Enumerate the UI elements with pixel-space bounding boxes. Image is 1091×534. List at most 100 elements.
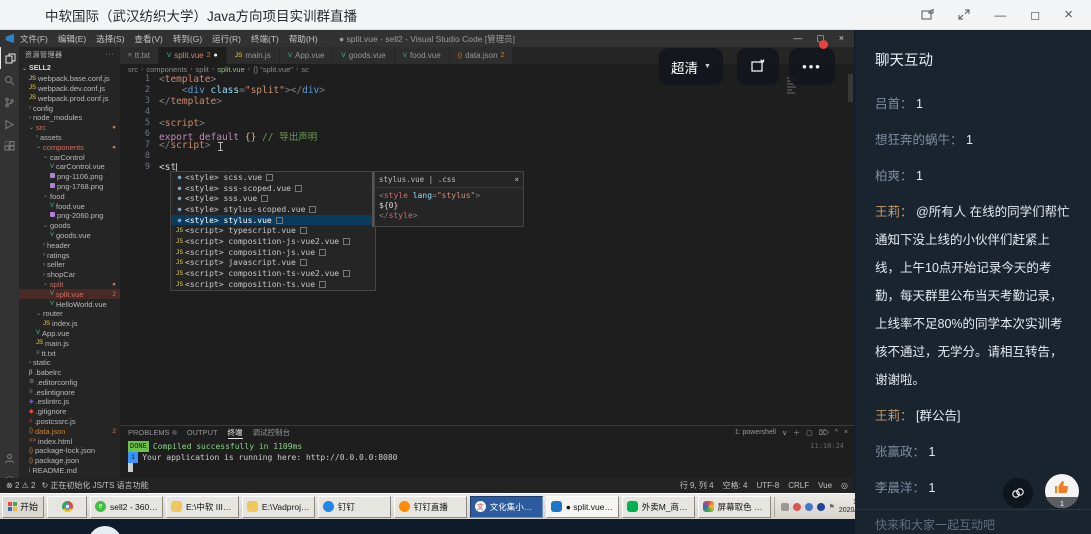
statusbar-item[interactable]: 行 9, 列 4 [680,480,714,491]
tree-item-node_modules[interactable]: ›node_modules [19,113,120,123]
vscode-close-button[interactable]: × [839,33,844,44]
tree-item-png-1106.png[interactable]: png-1106.png [19,172,120,182]
tab-goods.vue[interactable]: Vgoods.vue [333,47,394,64]
breadcrumb-item[interactable]: split [196,65,209,74]
taskbar-task-sell2 - 360极速...[interactable]: esell2 - 360极速... [90,496,163,518]
terminal-split-icon[interactable]: ▢ [806,429,813,437]
tree-item-SELL2[interactable]: ⌄SELL2 [19,64,120,74]
tray-icon-blue[interactable] [805,503,813,511]
menu-item[interactable]: 查看(V) [135,33,163,45]
chat-input[interactable]: 快来和大家一起互动吧 [855,509,1091,534]
statusbar-right[interactable]: 行 9, 列 4空格: 4UTF-8CRLFVue◎ [680,480,848,491]
statusbar-item[interactable]: 空格: 4 [723,480,748,491]
terminal-tab-OUTPUT[interactable]: OUTPUT [187,427,218,439]
taskbar-task-文化集小学三(3)...[interactable]: 文文化集小学三(3)... [470,496,543,518]
suggest-item[interactable]: ●<style> scss.vue [171,172,375,183]
screen-rotate-button[interactable] [737,48,779,85]
search-icon[interactable] [0,69,19,91]
popout-icon[interactable] [921,9,934,20]
tree-item-assets[interactable]: ›assets [19,133,120,143]
suggest-item[interactable]: ●<style> sss-scoped.vue [171,183,375,194]
terminal-tab-调试控制台[interactable]: 调试控制台 [253,427,291,439]
tree-item-config[interactable]: ›config [19,103,120,113]
tree-item-png-1768.png[interactable]: png-1768.png [19,182,120,192]
tree-item-.editorconfig[interactable]: ⚙.editorconfig [19,378,120,388]
printer-tray-icon[interactable] [781,503,789,511]
share-button[interactable] [1003,478,1033,508]
editor-scrollbar[interactable] [848,74,853,102]
taskbar-task-E:\中软 III(武汉...[interactable]: E:\中软 III(武汉... [166,496,239,518]
tab-split.vue[interactable]: Vsplit.vue2● [159,47,227,64]
tree-item-package.json[interactable]: {}package.json [19,456,120,466]
breadcrumb-item[interactable]: split.vue [217,65,245,74]
terminal-new-icon[interactable]: ＋ [793,428,800,438]
tree-item-webpack.dev.conf.js[interactable]: JSwebpack.dev.conf.js [19,84,120,94]
tree-item-webpack.base.conf.js[interactable]: JSwebpack.base.conf.js [19,74,120,84]
terminal-dropdown-icon[interactable]: ∨ [782,429,787,437]
terminal-output[interactable]: DONECompiled successfully in 1109ms11:18… [120,439,854,472]
statusbar-item[interactable]: CRLF [788,481,809,490]
breadcrumb-item[interactable]: sc [301,65,309,74]
breadcrumb-item[interactable]: components [146,65,187,74]
tab-tt.txt[interactable]: ≡tt.txt [120,47,159,64]
tab-data.json[interactable]: {}data.json2 [450,47,514,64]
code-editor[interactable]: 1<template>2 <div class="split"></div>3<… [120,74,854,372]
taskbar-task-屏幕取色 V1.0[interactable]: 屏幕取色 V1.0 [698,496,771,518]
doc-close-icon[interactable]: × [514,175,519,184]
fullscreen-icon[interactable] [958,9,970,20]
menu-item[interactable]: 帮助(H) [289,33,318,45]
tree-item-.babelrc[interactable]: β.babelrc [19,368,120,378]
tree-item-split.vue[interactable]: Vsplit.vue2 [19,289,120,299]
tree-item-shopCar[interactable]: ›shopCar [19,270,120,280]
tree-item-seller[interactable]: ›seller [19,260,120,270]
taskbar-task-● split.vue ...[interactable]: ● split.vue ... [546,496,619,518]
tab-App.vue[interactable]: VApp.vue [280,47,334,64]
suggest-item[interactable]: JS<script> typescript.vue [171,225,375,236]
explorer-more-icon[interactable]: ··· [106,51,115,58]
suggest-item[interactable]: ●<style> stylus.vue [171,215,375,226]
bluetooth-tray-icon[interactable] [817,503,825,511]
tab-food.vue[interactable]: Vfood.vue [395,47,450,64]
tree-item-header[interactable]: ›header [19,240,120,250]
tree-item-HelloWorld.vue[interactable]: VHelloWorld.vue [19,299,120,309]
tree-item-package-lock.json[interactable]: {}package-lock.json [19,446,120,456]
tree-item-index.html[interactable]: <>index.html [19,436,120,446]
breadcrumb-item[interactable]: {} "split.vue" [253,65,293,74]
tree-item-README.md[interactable]: iREADME.md [19,466,120,476]
tree-item-webpack.prod.conf.js[interactable]: JSwebpack.prod.conf.js [19,93,120,103]
suggest-item[interactable]: JS<script> javascript.vue [171,258,375,269]
menu-item[interactable]: 选择(S) [96,33,124,45]
terminal-tab-PROBLEMS[interactable]: PROBLEMS [128,427,177,439]
suggest-item[interactable]: JS<script> composition-js-vue2.vue [171,236,375,247]
statusbar-item[interactable]: Vue [818,481,832,490]
tree-item-components[interactable]: ⌄components● [19,142,120,152]
menu-item[interactable]: 运行(R) [212,33,241,45]
tree-item-png-2060.png[interactable]: png-2060.png [19,211,120,221]
tray-icon-red[interactable] [793,503,801,511]
tree-item-.eslintignore[interactable]: ≡.eslintignore [19,387,120,397]
taskbar-task-外卖M_商品百科...[interactable]: 外卖M_商品百科... [622,496,695,518]
menu-item[interactable]: 文件(F) [20,33,48,45]
start-button[interactable]: 开始 [2,496,44,518]
tree-item-.gitignore[interactable]: ◆.gitignore [19,407,120,417]
tree-item-static[interactable]: ›static [19,358,120,368]
account-icon[interactable] [0,447,19,469]
minimize-button[interactable]: — [994,9,1006,21]
suggest-item[interactable]: JS<script> composition-js.vue [171,247,375,258]
problems-status[interactable]: ⊗ 2 ⚠ 2 [6,481,35,490]
run-debug-icon[interactable] [0,113,19,135]
menu-item[interactable]: 终端(T) [251,33,279,45]
taskbar-task-E:\Vadproject\se...[interactable]: E:\Vadproject\se... [242,496,315,518]
taskbar-task-钉钉直播[interactable]: 钉钉直播 [394,496,467,518]
terminal-kill-icon[interactable]: ⌦ [819,429,829,437]
explorer-icon[interactable] [0,47,19,69]
bell-icon[interactable]: ◎ [841,481,848,490]
tree-item-carControl.vue[interactable]: VcarControl.vue [19,162,120,172]
tree-item-tt.txt[interactable]: ≡tt.txt [19,348,120,358]
more-options-button[interactable]: ••• [789,48,835,85]
tab-main.js[interactable]: JSmain.js [227,47,280,64]
tree-item-src[interactable]: ⌄src● [19,123,120,133]
tree-item-.eslintrc.js[interactable]: ◈.eslintrc.js [19,397,120,407]
minimap[interactable] [785,76,798,176]
taskbar-task-钉钉[interactable]: 钉钉 [318,496,391,518]
